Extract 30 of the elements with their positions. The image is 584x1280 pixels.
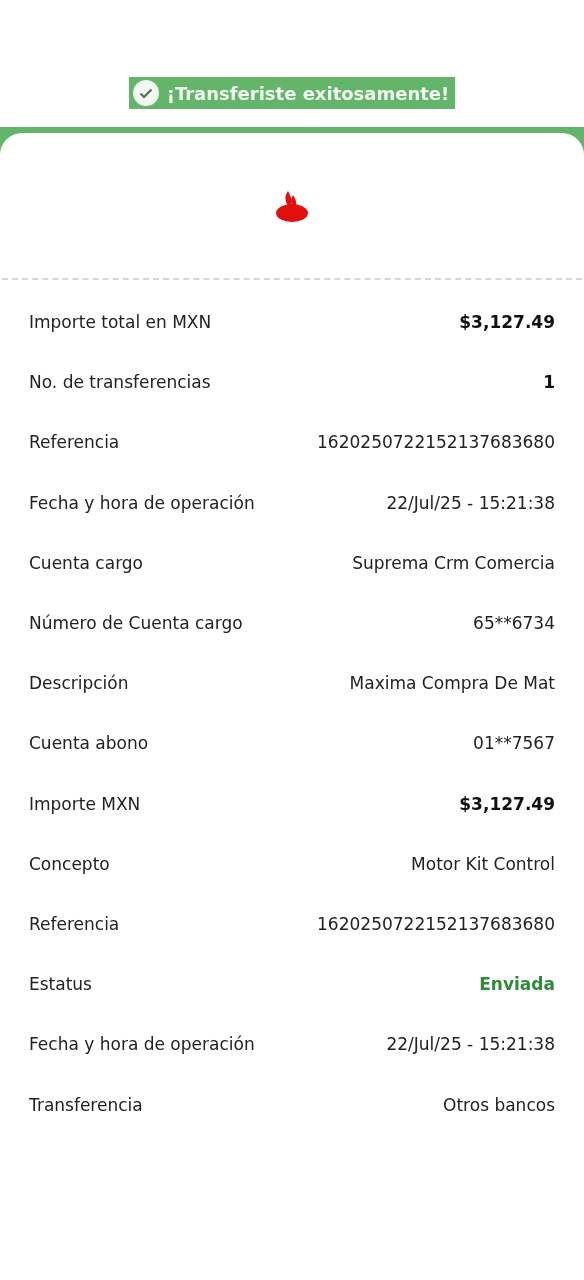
field-label: Descripción (29, 673, 129, 694)
field-label: Fecha y hora de operación (29, 1034, 255, 1055)
field-value: $3,127.49 (459, 793, 555, 814)
field-value: Otros bancos (443, 1094, 555, 1115)
field-label: Referencia (29, 432, 120, 453)
field-value: 01**7567 (473, 733, 555, 754)
success-message: ¡Transferiste exitosamente! (166, 82, 450, 104)
field-value: 1 (543, 372, 555, 393)
field-label: Número de Cuenta cargo (29, 613, 243, 634)
field-label: Fecha y hora de operación (29, 492, 255, 513)
field-label: Estatus (29, 974, 92, 995)
field-value: 65**6734 (473, 613, 555, 634)
field-label: No. de transferencias (29, 372, 211, 393)
status-value: Enviada (479, 974, 555, 995)
checkmark-icon (132, 80, 159, 106)
field-value: Motor Kit Control (411, 853, 555, 874)
field-value: 1620250722152137683680 (317, 432, 555, 453)
field-label: Cuenta cargo (29, 552, 143, 573)
field-label: Importe total en MXN (29, 312, 212, 333)
field-label: Transferencia (29, 1094, 143, 1115)
field-label: Cuenta abono (29, 733, 149, 754)
field-value: 22/Jul/25 - 15:21:38 (386, 1034, 555, 1055)
field-label: Referencia (29, 913, 120, 934)
field-value: Maxima Compra De Mat (349, 673, 555, 694)
field-value: 1620250722152137683680 (317, 913, 555, 934)
field-label: Concepto (29, 853, 110, 874)
field-value: $3,127.49 (459, 312, 555, 333)
field-value: Suprema Crm Comercia (352, 552, 555, 573)
field-label: Importe MXN (29, 793, 141, 814)
field-value: 22/Jul/25 - 15:21:38 (386, 492, 555, 513)
